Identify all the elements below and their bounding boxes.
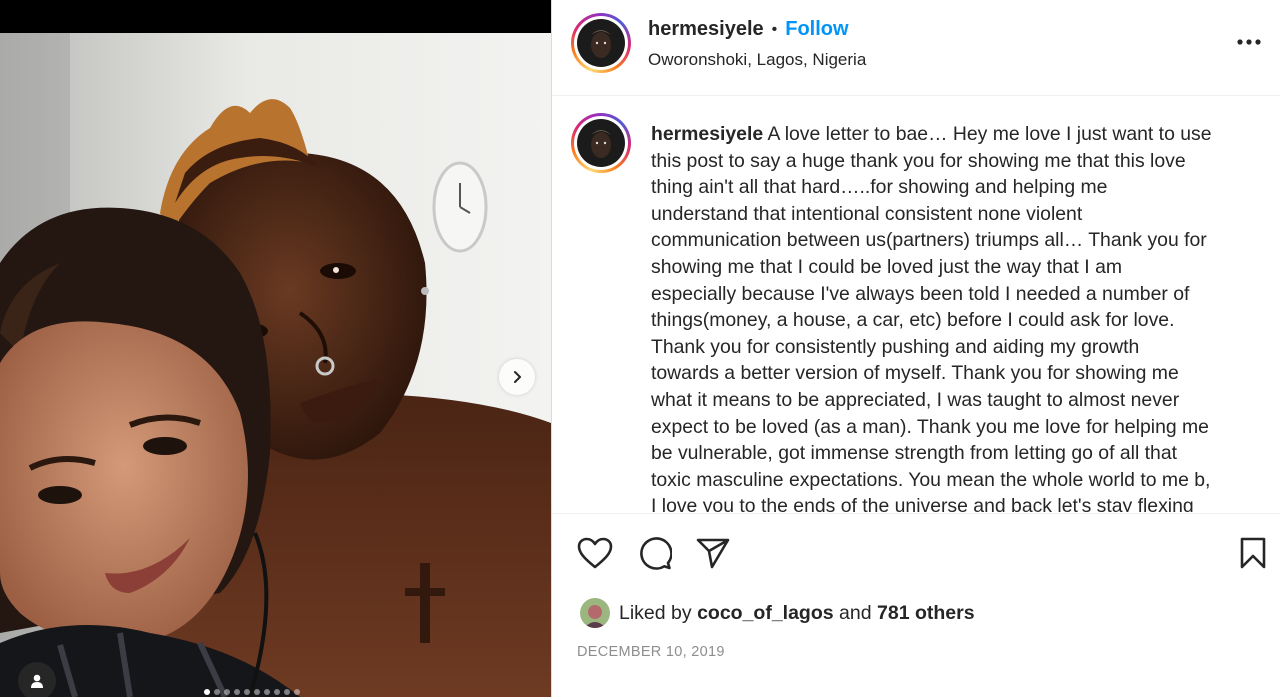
carousel-dot xyxy=(204,689,210,695)
post-media xyxy=(0,0,551,697)
save-button[interactable] xyxy=(1233,533,1273,573)
liked-by-user-link[interactable]: coco_of_lagos xyxy=(697,602,834,625)
liked-by-prefix: Liked by xyxy=(619,601,692,624)
comment-icon xyxy=(640,537,672,570)
liker-avatar[interactable] xyxy=(580,598,610,628)
likes-summary: Liked by coco_of_lagos and 781 others xyxy=(580,598,975,628)
header-separator: • xyxy=(771,20,778,38)
like-button[interactable] xyxy=(575,533,615,573)
post-location[interactable]: Oworonshoki, Lagos, Nigeria xyxy=(648,50,866,70)
carousel-dot xyxy=(254,689,260,695)
liked-by-others-link[interactable]: 781 others xyxy=(877,602,975,625)
post-date[interactable]: DECEMBER 10, 2019 xyxy=(577,644,725,660)
user-tag-icon xyxy=(31,674,43,688)
carousel-dot xyxy=(274,689,280,695)
post-caption: hermesiyele A love letter to bae… Hey me… xyxy=(651,121,1251,512)
next-slide-button[interactable] xyxy=(499,359,535,395)
carousel-dot xyxy=(264,689,270,695)
bookmark-icon xyxy=(1240,537,1266,569)
caption-username[interactable]: hermesiyele xyxy=(651,123,763,145)
carousel-dot xyxy=(244,689,250,695)
follow-button[interactable]: Follow xyxy=(785,18,848,41)
caption-author-avatar[interactable] xyxy=(571,113,631,173)
share-button[interactable] xyxy=(693,533,733,573)
avatar-image xyxy=(577,19,625,67)
author-avatar[interactable] xyxy=(571,13,631,73)
post-photo xyxy=(0,33,551,697)
comment-button[interactable] xyxy=(635,533,675,573)
chevron-right-icon xyxy=(514,371,521,383)
more-horizontal-icon xyxy=(1237,39,1261,45)
tagged-users-button[interactable] xyxy=(18,662,56,697)
carousel-dot xyxy=(234,689,240,695)
carousel-dot xyxy=(294,689,300,695)
post-details-panel: hermesiyele • Follow Oworonshoki, Lagos,… xyxy=(551,0,1280,697)
caption-text: A love letter to bae… Hey me love I just… xyxy=(651,123,1212,512)
post-actions: Liked by coco_of_lagos and 781 others DE… xyxy=(552,513,1280,697)
carousel-dot xyxy=(214,689,220,695)
author-username[interactable]: hermesiyele xyxy=(648,18,764,41)
carousel-dots xyxy=(204,689,300,695)
more-options-button[interactable] xyxy=(1234,30,1264,54)
comments-section[interactable]: hermesiyele A love letter to bae… Hey me… xyxy=(552,97,1280,512)
heart-icon xyxy=(577,537,613,569)
avatar-image xyxy=(577,119,625,167)
carousel-dot xyxy=(224,689,230,695)
liked-by-and: and xyxy=(839,601,872,624)
post-header: hermesiyele • Follow Oworonshoki, Lagos,… xyxy=(552,0,1280,96)
liker-avatar-image xyxy=(580,598,610,628)
paper-plane-icon xyxy=(696,538,730,569)
carousel-dot xyxy=(284,689,290,695)
